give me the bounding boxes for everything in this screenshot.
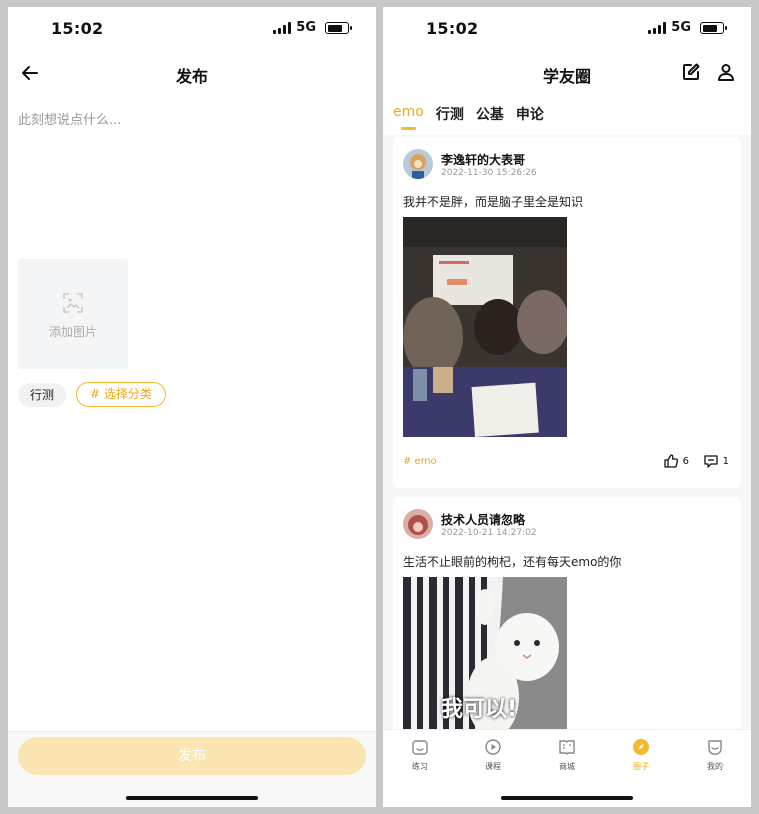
post-username[interactable]: 技术人员请忽略 — [441, 511, 525, 528]
tab-mine[interactable]: 我的 — [685, 738, 745, 772]
tab-mall[interactable]: 商城 — [537, 738, 597, 772]
like-button[interactable]: 6 — [663, 453, 689, 469]
add-image-button[interactable]: 添加图片 — [18, 259, 128, 369]
thumbs-up-icon — [663, 454, 678, 468]
comment-button[interactable]: 1 — [703, 453, 729, 469]
like-count: 6 — [682, 455, 689, 467]
home-indicator — [126, 796, 258, 800]
tab-shenlun[interactable]: 申论 — [516, 104, 544, 130]
status-time: 15:02 — [51, 19, 104, 38]
status-bar: 15:02 5G — [8, 7, 376, 51]
post-date: 2022-10-21 14:27:02 — [441, 528, 537, 538]
category-chip[interactable]: 行测 — [18, 383, 67, 407]
tab-label: 圈子 — [633, 762, 649, 771]
tab-label: 练习 — [412, 762, 428, 771]
book-icon — [559, 740, 575, 755]
avatar[interactable] — [403, 509, 433, 539]
comment-count: 1 — [722, 455, 729, 467]
add-image-label: 添加图片 — [48, 325, 97, 339]
category-tabs: emo 行测 公基 申论 — [393, 104, 544, 130]
signal-icon — [648, 22, 666, 34]
feed-screen: 15:02 5G 学友圈 emo 行测 公基 申论 李逸轩的大表哥 2022-1… — [383, 7, 751, 807]
tab-courses[interactable]: 课程 — [463, 738, 523, 772]
tab-label: 商城 — [559, 762, 575, 771]
status-time: 15:02 — [426, 19, 479, 38]
post-date: 2022-11-30 15:26:26 — [441, 168, 537, 178]
user-icon[interactable] — [716, 62, 736, 82]
home-indicator — [501, 796, 633, 800]
status-bar: 15:02 5G — [383, 7, 751, 51]
nav-bar: 发布 — [8, 51, 376, 95]
post-username[interactable]: 李逸轩的大表哥 — [441, 151, 525, 168]
publish-screen: 15:02 5G 发布 添加图片 行测 # 选择分类 发布 — [8, 7, 376, 807]
compose-input[interactable] — [18, 109, 358, 239]
image-add-icon — [63, 293, 83, 313]
post-card[interactable]: 李逸轩的大表哥 2022-11-30 15:26:26 我并不是胖，而是脑子里全… — [393, 137, 741, 488]
tab-gongji[interactable]: 公基 — [476, 104, 504, 130]
battery-icon — [325, 22, 352, 34]
compass-icon — [633, 739, 649, 755]
home-icon — [412, 740, 428, 755]
comment-icon — [703, 455, 718, 468]
edit-icon[interactable] — [681, 62, 701, 82]
post-image[interactable] — [403, 217, 567, 437]
page-title: 发布 — [175, 67, 208, 86]
post-text: 生活不止眼前的枸杞，还有每天emo的你 — [403, 555, 622, 569]
post-card[interactable]: 技术人员请忽略 2022-10-21 14:27:02 生活不止眼前的枸杞，还有… — [393, 497, 741, 757]
tab-practice[interactable]: 练习 — [390, 738, 450, 772]
network-label: 5G — [296, 20, 316, 35]
network-label: 5G — [671, 20, 691, 35]
post-text: 我并不是胖，而是脑子里全是知识 — [403, 195, 584, 209]
tab-xingce[interactable]: 行测 — [436, 104, 464, 130]
post-tag[interactable]: # emo — [403, 456, 437, 467]
post-image[interactable]: 我可以! — [403, 577, 567, 729]
publish-button[interactable]: 发布 — [18, 737, 366, 775]
tab-label: 课程 — [485, 762, 501, 771]
smile-icon — [708, 740, 722, 755]
choose-category-button[interactable]: # 选择分类 — [76, 382, 166, 407]
tab-circle[interactable]: 圈子 — [611, 738, 671, 772]
battery-icon — [700, 22, 727, 34]
avatar[interactable] — [403, 149, 433, 179]
signal-icon — [273, 22, 291, 34]
play-icon — [485, 739, 501, 755]
tab-label: 我的 — [707, 762, 723, 771]
tab-emo[interactable]: emo — [393, 104, 424, 130]
image-caption: 我可以! — [441, 697, 518, 722]
